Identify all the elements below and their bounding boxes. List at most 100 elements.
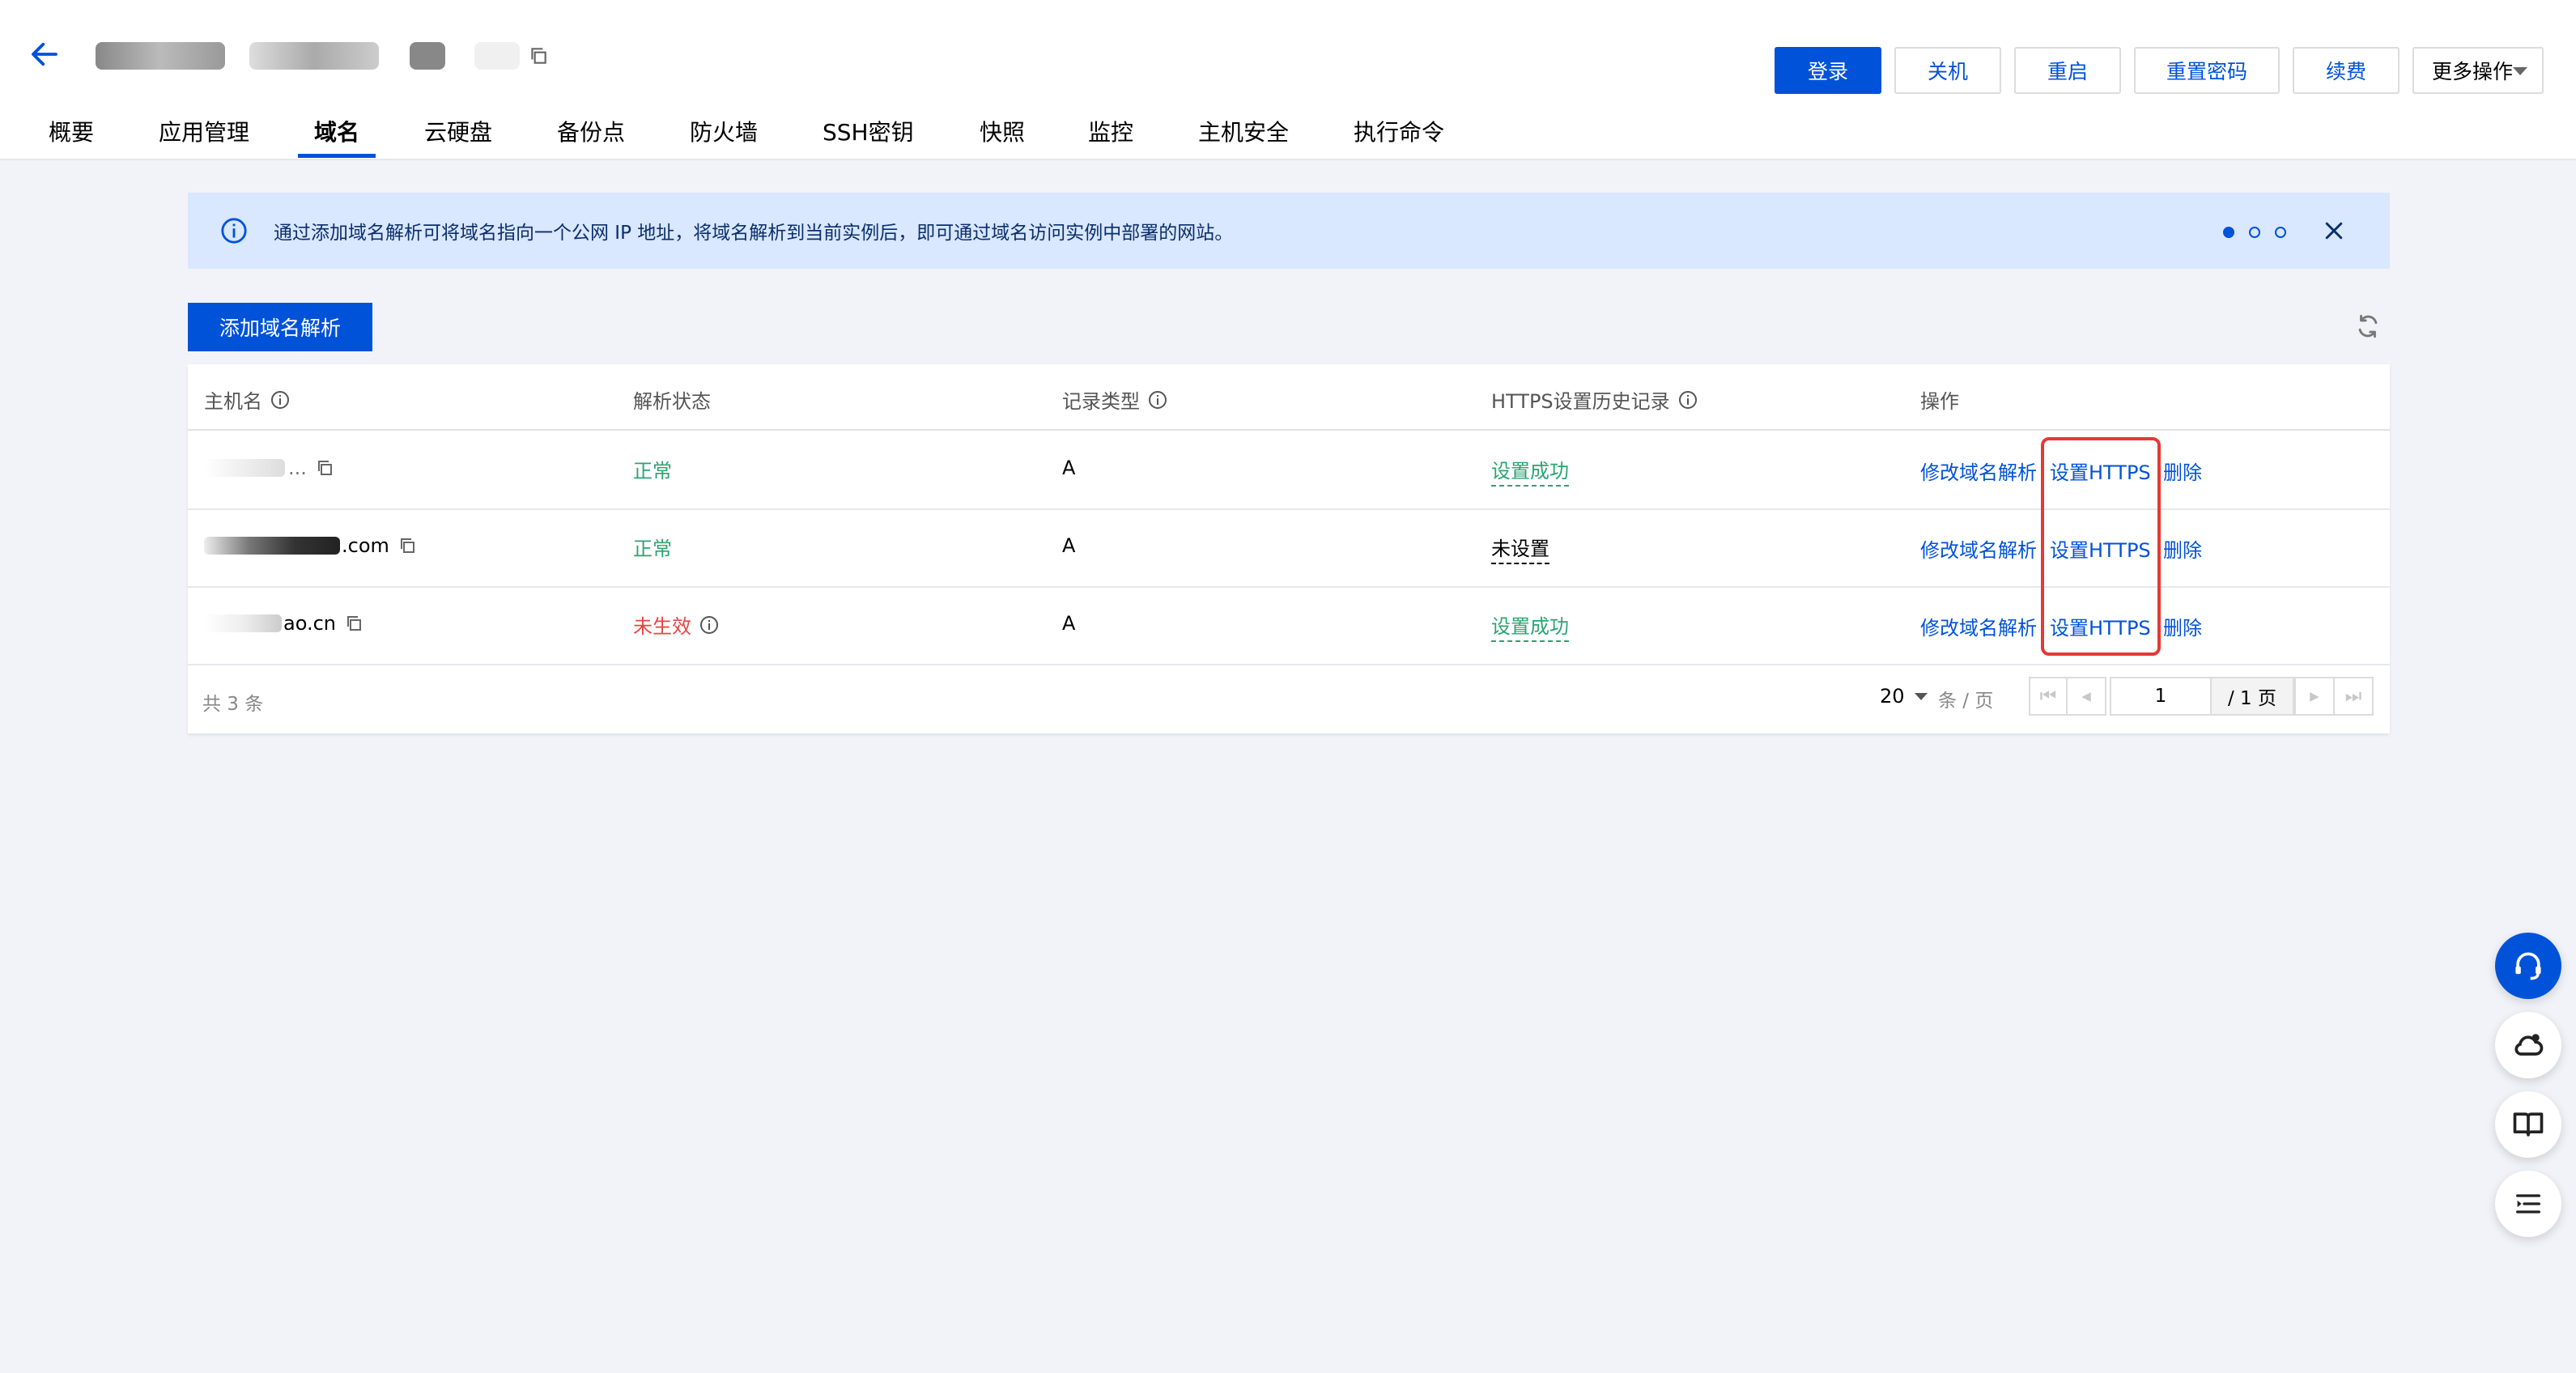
record-type: A (1062, 457, 1076, 479)
login-button[interactable]: 登录 (1775, 47, 1881, 94)
tab-domain[interactable]: 域名 (314, 115, 359, 147)
copy-icon[interactable] (344, 614, 363, 633)
refresh-icon[interactable] (2354, 312, 2382, 340)
copy-icon[interactable] (397, 536, 417, 555)
instance-name-redacted (96, 42, 225, 70)
https-history[interactable]: 设置成功 (1491, 610, 1569, 642)
list-icon (2516, 1194, 2540, 1214)
column-header-ops-label: 操作 (1920, 390, 1959, 413)
cloud-icon (2514, 1034, 2544, 1056)
support-button[interactable] (2495, 933, 2561, 999)
menu-list-button[interactable] (2495, 1171, 2561, 1237)
host-redacted (204, 614, 282, 632)
instance-ip-redacted (474, 42, 520, 70)
info-banner: 通过添加域名解析可将域名指向一个公网 IP 地址，将域名解析到当前实例后，即可通… (188, 193, 2390, 269)
first-page-icon: ⏮ (2039, 686, 2057, 707)
column-header-type-label: 记录类型 (1062, 390, 1140, 413)
next-page-button[interactable]: ▸ (2294, 677, 2335, 716)
book-icon (2513, 1112, 2544, 1137)
column-header-status: 解析状态 (633, 385, 711, 414)
shutdown-button[interactable]: 关机 (1894, 47, 2001, 94)
tab-cloud-disk[interactable]: 云硬盘 (424, 115, 492, 147)
carousel-dot-active[interactable] (2223, 227, 2234, 238)
https-history[interactable]: 未设置 (1491, 533, 1549, 564)
info-icon[interactable] (699, 615, 719, 635)
page-size-select[interactable]: 20 (1880, 685, 1928, 708)
status-text: 未生效 (633, 615, 691, 638)
status-text: 正常 (633, 460, 672, 482)
first-page-button[interactable]: ⏮ (2029, 677, 2068, 716)
tab-run-command[interactable]: 执行命令 (1354, 115, 1444, 147)
tab-ssh-keys[interactable]: SSH密钥 (823, 115, 914, 147)
host-name: ... (288, 457, 307, 479)
record-type: A (1062, 534, 1076, 557)
carousel-dot[interactable] (2249, 227, 2260, 238)
tab-monitoring[interactable]: 监控 (1088, 115, 1133, 147)
column-header-host: 主机名 (204, 385, 290, 414)
host-redacted (204, 537, 340, 555)
tab-firewall[interactable]: 防火墙 (690, 115, 758, 147)
prev-page-button[interactable]: ◂ (2066, 677, 2106, 716)
tab-backup[interactable]: 备份点 (557, 115, 625, 147)
https-history[interactable]: 设置成功 (1491, 455, 1569, 487)
renew-button[interactable]: 续费 (2293, 47, 2400, 94)
last-page-button[interactable]: ⏭ (2333, 677, 2374, 716)
page-input[interactable]: 1 (2110, 677, 2212, 716)
more-actions-dropdown[interactable]: 更多操作 (2412, 47, 2544, 94)
host-cell: ... (204, 457, 334, 479)
page-size-unit: 条 / 页 (1938, 691, 1994, 712)
host-name: ao.cn (283, 612, 337, 635)
cloud-assistant-button[interactable] (2495, 1012, 2561, 1078)
add-dns-record-button[interactable]: 添加域名解析 (188, 303, 372, 351)
column-header-ops: 操作 (1920, 385, 1959, 414)
info-icon (221, 218, 247, 244)
copy-icon[interactable] (528, 45, 549, 66)
total-count: 共 3 条 (202, 694, 264, 715)
tab-app-management[interactable]: 应用管理 (159, 115, 249, 147)
chevron-right-icon: ▸ (2310, 686, 2319, 707)
https-history-label: 设置成功 (1491, 455, 1569, 487)
host-cell: .com (204, 534, 417, 557)
host-redacted (204, 459, 285, 477)
host-cell: ao.cn (204, 612, 363, 635)
copy-icon[interactable] (315, 458, 334, 478)
tab-snapshot[interactable]: 快照 (980, 115, 1025, 147)
edit-dns-link[interactable]: 修改域名解析 (1920, 612, 2037, 640)
reset-password-button[interactable]: 重置密码 (2134, 47, 2280, 94)
instance-name-redacted (249, 42, 379, 70)
delete-link[interactable]: 删除 (2163, 457, 2202, 485)
tab-overview[interactable]: 概要 (49, 115, 94, 147)
delete-link[interactable]: 删除 (2163, 612, 2202, 640)
page-size-value: 20 (1880, 685, 1905, 708)
close-icon[interactable] (2322, 219, 2346, 243)
column-header-https: HTTPS设置历史记录 (1491, 385, 1698, 414)
edit-dns-link[interactable]: 修改域名解析 (1920, 457, 2037, 485)
https-history-label: 未设置 (1491, 533, 1549, 564)
last-page-icon: ⏭ (2344, 686, 2362, 707)
total-pages: / 1 页 (2210, 677, 2294, 716)
status-cell: 未生效 (633, 610, 719, 639)
info-icon[interactable] (270, 390, 290, 410)
column-header-status-label: 解析状态 (633, 390, 711, 413)
edit-dns-link[interactable]: 修改域名解析 (1920, 534, 2037, 563)
instance-ip-redacted (410, 42, 445, 70)
restart-button[interactable]: 重启 (2014, 47, 2121, 94)
active-tab-indicator (298, 154, 376, 158)
delete-link[interactable]: 删除 (2163, 534, 2202, 563)
back-arrow-icon[interactable] (28, 37, 62, 71)
more-actions-label: 更多操作 (2432, 60, 2514, 83)
header: 登录 关机 重启 重置密码 续费 更多操作 概要 应用管理 域名 云硬盘 备份点… (0, 0, 2576, 160)
info-icon[interactable] (1678, 390, 1698, 410)
highlight-box (2041, 437, 2161, 656)
headset-icon (2515, 952, 2541, 980)
docs-button[interactable] (2495, 1091, 2561, 1158)
carousel-dot[interactable] (2275, 227, 2286, 238)
https-history-label: 设置成功 (1491, 610, 1569, 642)
table-header: 主机名 解析状态 记录类型 HTTPS设置历史记录 操作 (188, 364, 2390, 431)
column-header-https-label: HTTPS设置历史记录 (1491, 390, 1670, 413)
tab-host-security[interactable]: 主机安全 (1198, 115, 1289, 147)
banner-text: 通过添加域名解析可将域名指向一个公网 IP 地址，将域名解析到当前实例后，即可通… (274, 223, 1234, 244)
chevron-down-icon (2513, 67, 2527, 75)
column-header-type: 记录类型 (1062, 385, 1167, 414)
info-icon[interactable] (1148, 390, 1167, 410)
